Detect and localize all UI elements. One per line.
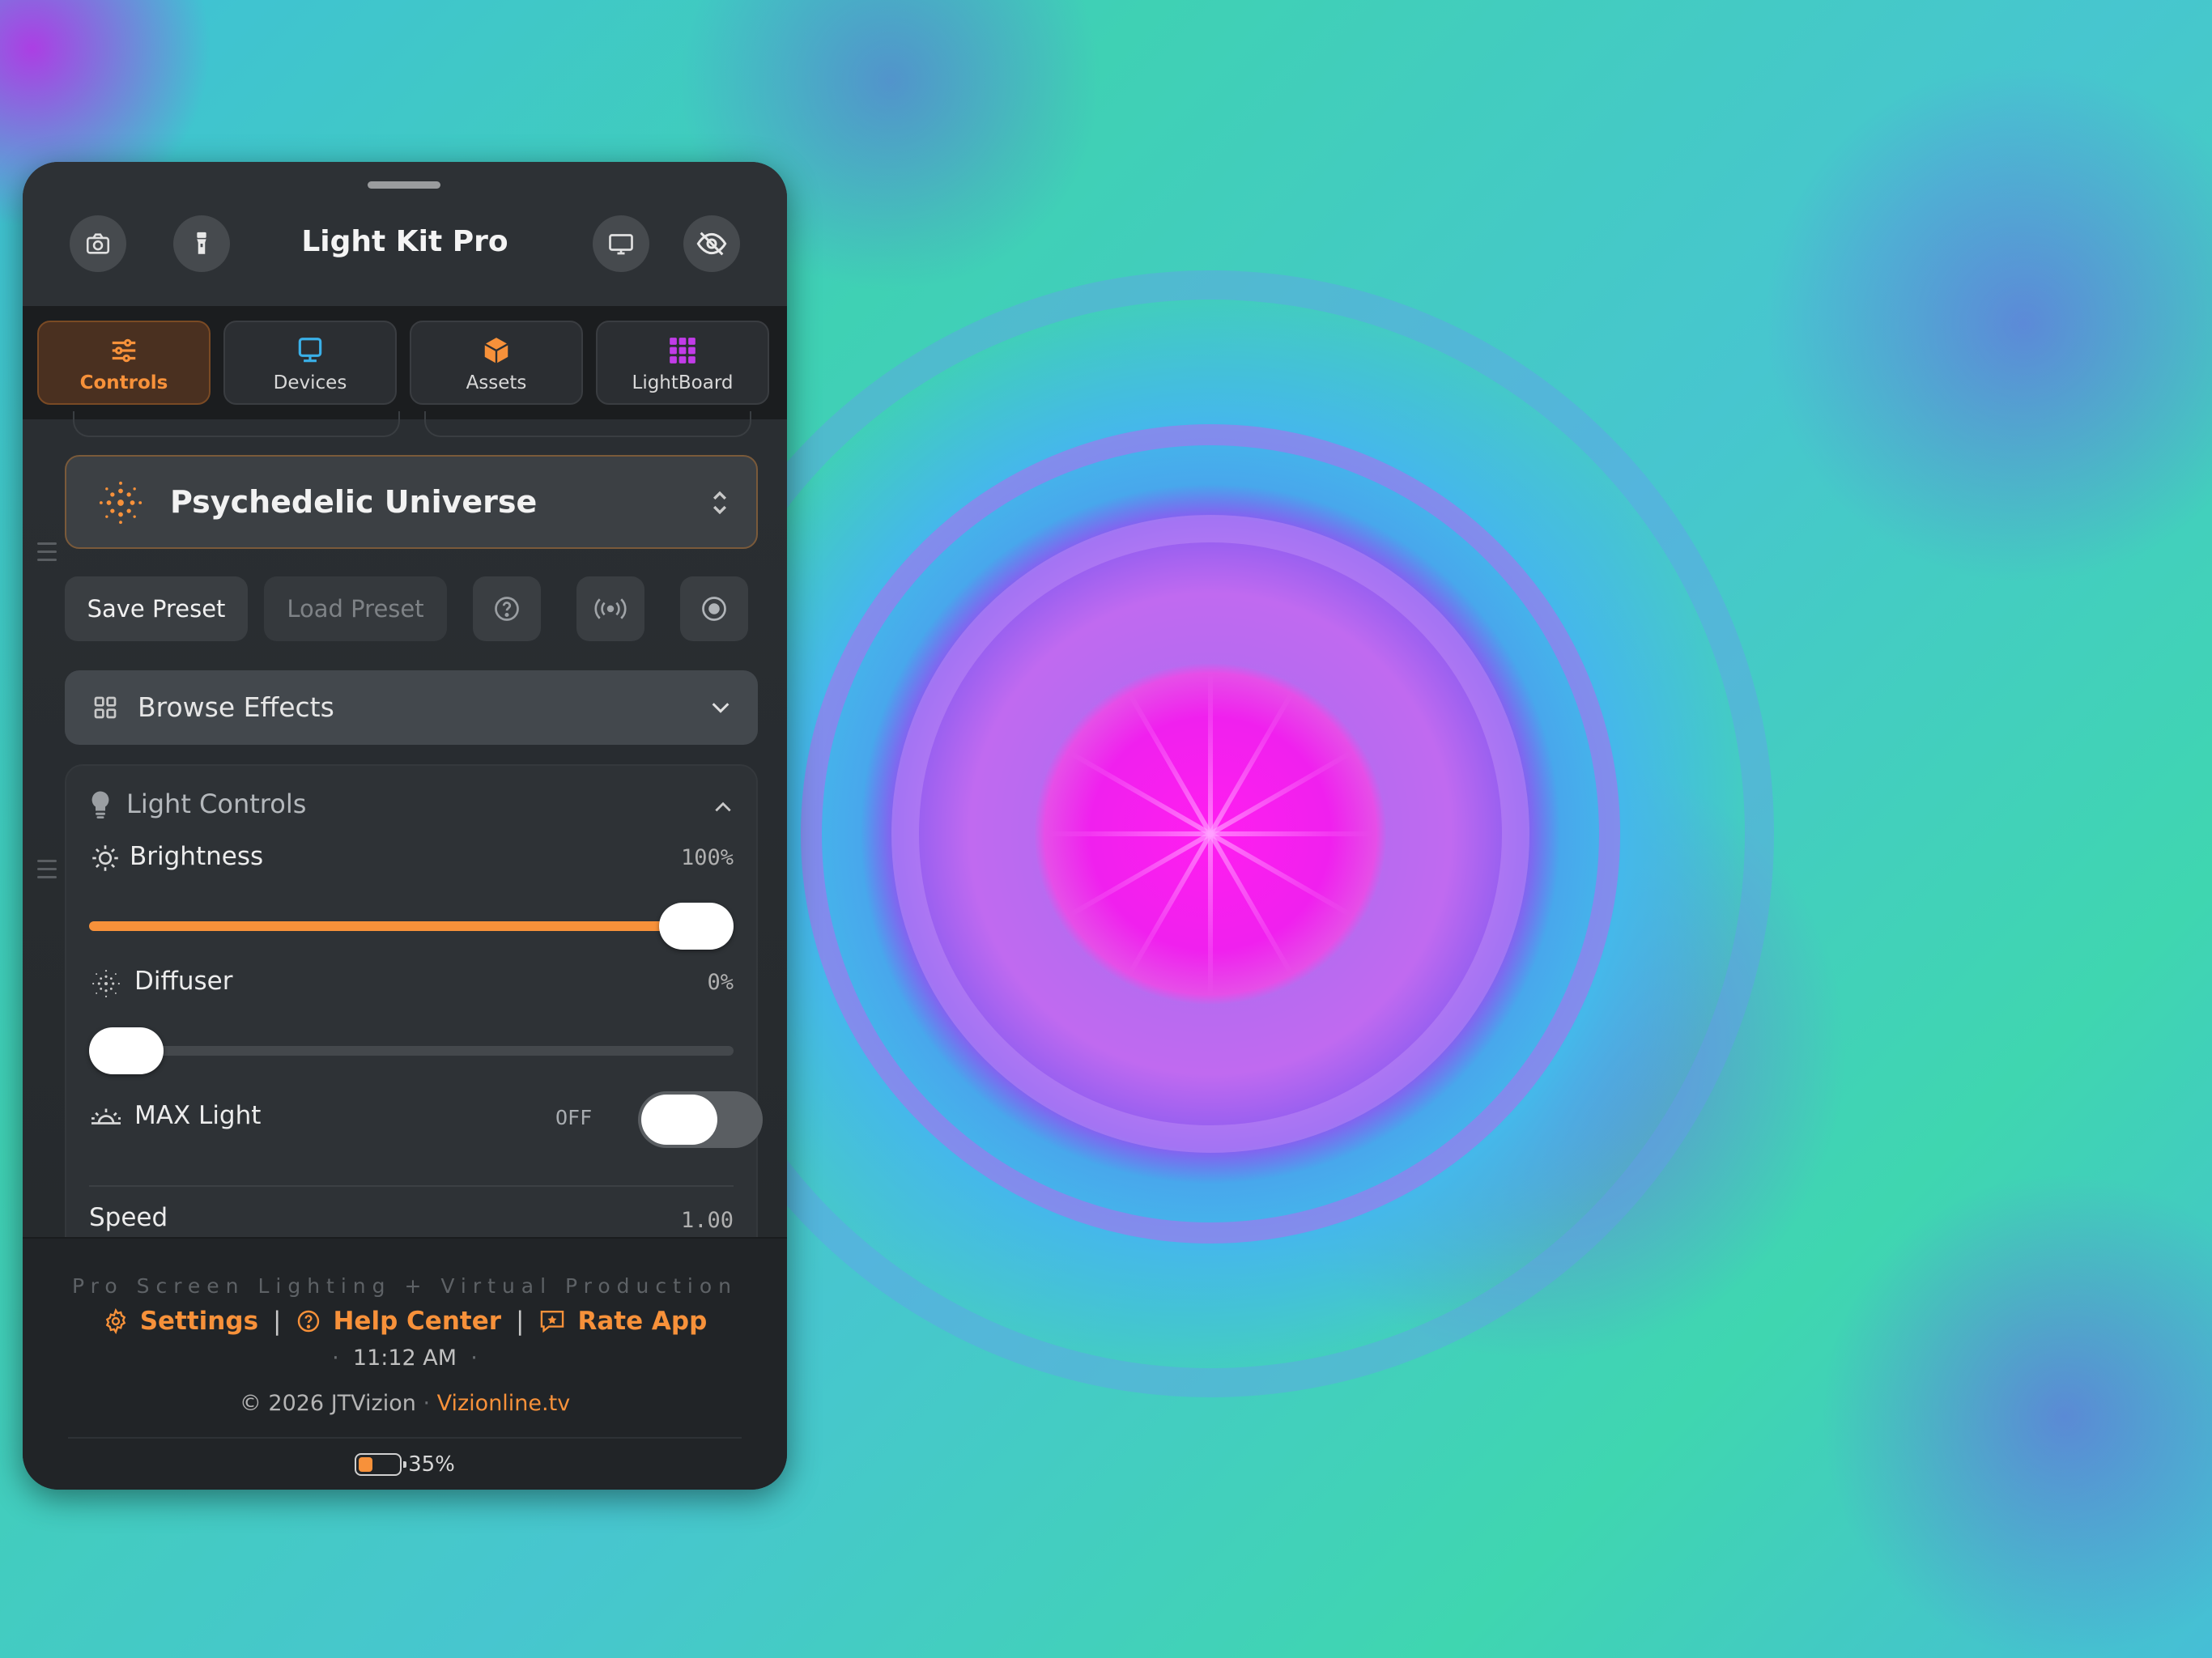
save-preset-label: Save Preset <box>87 595 226 623</box>
brightness-slider-thumb[interactable] <box>659 903 734 950</box>
help-icon <box>495 597 519 621</box>
control-panel: Light Kit Pro Controls Devices Assets Li… <box>23 162 787 1490</box>
record-button[interactable] <box>680 576 748 641</box>
tab-label: LightBoard <box>632 372 734 393</box>
clock: · 11:12 AM · <box>332 1346 478 1371</box>
tab-label: Controls <box>79 372 168 393</box>
section-title: Light Controls <box>126 789 307 819</box>
save-preset-button[interactable]: Save Preset <box>65 576 248 641</box>
external-display-button[interactable] <box>593 215 649 272</box>
link-separator: | <box>273 1307 282 1336</box>
scrolled-item-edge <box>424 411 751 437</box>
brightness-fill <box>89 921 696 931</box>
grid-icon <box>94 696 117 719</box>
lightbulb-icon <box>91 791 109 818</box>
diffuser-value: 0% <box>707 970 734 995</box>
link-separator: | <box>516 1307 525 1336</box>
rate-app-label: Rate App <box>577 1307 708 1336</box>
tab-controls[interactable]: Controls <box>37 321 211 405</box>
brightness-value: 100% <box>680 845 734 870</box>
toggle-knob <box>641 1095 717 1145</box>
battery-percent: 35% <box>408 1452 455 1477</box>
app-title: Light Kit Pro <box>301 225 508 258</box>
help-center-label: Help Center <box>333 1307 502 1336</box>
browse-effects-dropdown[interactable]: Browse Effects <box>65 670 758 745</box>
load-preset-button[interactable]: Load Preset <box>264 576 447 641</box>
footer-links: Settings | Help Center | Rate App <box>23 1307 787 1336</box>
load-preset-label: Load Preset <box>287 595 424 623</box>
star-bubble-icon <box>541 1311 564 1333</box>
drag-handle[interactable] <box>368 181 440 189</box>
settings-link[interactable]: Settings <box>103 1307 258 1336</box>
speed-label: Speed <box>89 1203 168 1232</box>
panel-header: Light Kit Pro <box>23 162 787 308</box>
chevron-up-icon <box>715 801 731 812</box>
max-light-label: MAX Light <box>134 1101 262 1130</box>
light-controls-section: Light Controls Brightness 100% Diffuser … <box>65 764 763 1282</box>
max-light-toggle[interactable] <box>638 1091 763 1148</box>
tab-assets[interactable]: Assets <box>410 321 583 405</box>
website-link[interactable]: Vizionline.tv <box>437 1391 571 1416</box>
eye-slash-icon <box>696 232 727 256</box>
diffuser-slider[interactable] <box>89 1027 734 1074</box>
reorder-handle[interactable] <box>37 860 57 884</box>
tab-label: Devices <box>273 372 347 393</box>
tagline: Pro Screen Lighting + Virtual Production <box>71 1274 738 1298</box>
grid-icon <box>670 338 696 363</box>
diffuser-slider-thumb[interactable] <box>89 1027 164 1074</box>
battery-icon <box>355 1453 407 1476</box>
max-light-state: OFF <box>555 1106 593 1129</box>
brightness-slider[interactable] <box>89 903 734 950</box>
broadcast-button[interactable] <box>576 576 644 641</box>
record-icon <box>702 597 726 621</box>
battery-fill <box>359 1457 373 1472</box>
tab-label: Assets <box>466 372 527 393</box>
diffuser-dots-icon <box>92 970 120 997</box>
speed-value: 1.00 <box>680 1208 734 1233</box>
tab-lightboard[interactable]: LightBoard <box>596 321 769 405</box>
preset-selector[interactable]: Psychedelic Universe <box>65 455 758 549</box>
hide-ui-button[interactable] <box>683 215 740 272</box>
help-center-link[interactable]: Help Center <box>296 1307 501 1336</box>
browse-effects-label: Browse Effects <box>138 691 334 723</box>
tab-bar: Controls Devices Assets LightBoard <box>23 306 787 419</box>
copyright: © 2026 JTVizion · Vizionline.tv <box>239 1391 571 1416</box>
reorder-handle[interactable] <box>37 542 57 567</box>
rate-app-link[interactable]: Rate App <box>538 1307 707 1336</box>
panel-footer: Pro Screen Lighting + Virtual Production… <box>23 1237 787 1490</box>
gear-icon <box>105 1308 125 1334</box>
footer-divider <box>68 1437 742 1439</box>
sliders-icon <box>112 338 136 363</box>
scrolled-item-edge <box>73 411 400 437</box>
tab-devices[interactable]: Devices <box>223 321 397 405</box>
sunrise-icon <box>91 1108 121 1124</box>
display-icon <box>609 234 633 255</box>
controls-scroll-area[interactable]: Psychedelic Universe Save Preset Load Pr… <box>23 411 787 1282</box>
copyright-text: © 2026 JTVizion <box>239 1391 416 1416</box>
chevron-up-down-icon <box>713 491 727 515</box>
sun-icon <box>92 845 118 871</box>
light-controls-header[interactable]: Light Controls <box>66 766 756 839</box>
broadcast-icon <box>594 598 627 619</box>
help-button[interactable] <box>473 576 541 641</box>
diffuser-label: Diffuser <box>134 967 233 996</box>
dots-burst-icon <box>99 481 143 525</box>
chevron-down-icon <box>712 703 730 713</box>
box-icon <box>484 338 508 363</box>
battery-indicator: 35% <box>23 1452 787 1477</box>
time-text: 11:12 AM <box>352 1346 457 1371</box>
help-circle-icon <box>298 1310 320 1333</box>
brightness-label: Brightness <box>130 842 264 871</box>
monitor-icon <box>298 338 322 363</box>
section-divider <box>89 1185 734 1187</box>
preset-name: Psychedelic Universe <box>170 484 538 520</box>
settings-label: Settings <box>139 1307 259 1336</box>
